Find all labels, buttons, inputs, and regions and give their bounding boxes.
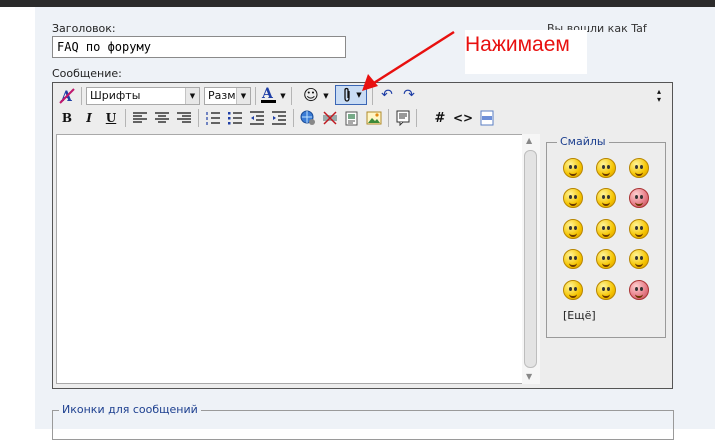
insert-quote-icon[interactable]	[393, 108, 413, 128]
toolbar-separator	[416, 109, 417, 127]
toolbar-separator	[291, 87, 292, 105]
chevron-down-icon[interactable]: ▼	[321, 86, 331, 106]
toolbar-separator	[81, 87, 82, 105]
php-code-icon[interactable]	[477, 108, 497, 128]
smiley-icon[interactable]	[563, 280, 583, 300]
post-icons-section: Иконки для сообщений	[52, 403, 674, 440]
code-button[interactable]: <>	[453, 108, 473, 128]
indent-icon[interactable]	[269, 108, 289, 128]
annotation-callout: Нажимаем	[465, 30, 587, 74]
text-color-icon: A	[261, 86, 276, 103]
title-label: Заголовок:	[52, 22, 116, 35]
smiley-icon[interactable]	[563, 249, 583, 269]
smiley-icon[interactable]	[563, 158, 583, 178]
toolbar-separator	[388, 109, 389, 127]
top-bar	[0, 0, 715, 7]
italic-button[interactable]: I	[79, 108, 99, 128]
smiley-icon[interactable]	[629, 188, 649, 208]
title-input[interactable]: FAQ по форуму	[52, 36, 346, 58]
align-left-icon[interactable]	[130, 108, 150, 128]
scroll-up-icon[interactable]: ▲	[526, 136, 532, 145]
annotation-arrow-icon	[362, 30, 455, 91]
scroll-down-icon[interactable]: ▼	[526, 372, 532, 381]
chevron-down-icon: ▼	[185, 88, 199, 104]
numbered-list-icon[interactable]	[203, 108, 223, 128]
smiley-icon[interactable]	[596, 219, 616, 239]
message-label: Сообщение:	[52, 67, 122, 80]
hashtag-button[interactable]: #	[430, 108, 450, 128]
bold-button[interactable]: B	[57, 108, 77, 128]
font-select[interactable]: Шрифты ▼	[86, 87, 200, 105]
post-icons-legend: Иконки для сообщений	[59, 403, 201, 416]
smiley-icon[interactable]	[596, 158, 616, 178]
smiley-icon[interactable]	[629, 249, 649, 269]
smiley-icon[interactable]	[563, 188, 583, 208]
smiley-icon[interactable]	[596, 249, 616, 269]
size-select[interactable]: Разме ▼	[204, 87, 251, 105]
smiley-icon[interactable]	[596, 280, 616, 300]
underline-button[interactable]: U	[101, 108, 121, 128]
insert-smiley-icon[interactable]: ☺	[301, 85, 321, 105]
smiley-icon[interactable]	[563, 219, 583, 239]
insert-image-icon[interactable]	[364, 108, 384, 128]
remove-link-icon[interactable]	[320, 108, 340, 128]
insert-email-icon[interactable]	[342, 108, 362, 128]
remove-format-icon[interactable]: A	[57, 86, 77, 106]
toolbar-separator	[293, 109, 294, 127]
chevron-down-icon: ▼	[236, 88, 250, 104]
align-center-icon[interactable]	[152, 108, 172, 128]
outdent-icon[interactable]	[247, 108, 267, 128]
bullet-list-icon[interactable]	[225, 108, 245, 128]
more-smilies-link[interactable]: [Ещё]	[563, 309, 596, 322]
align-right-icon[interactable]	[174, 108, 194, 128]
font-select-label: Шрифты	[90, 89, 141, 102]
smiley-icon[interactable]	[629, 219, 649, 239]
chevron-down-icon: ▾	[656, 95, 661, 104]
smiley-icon[interactable]	[629, 280, 649, 300]
toolbar-separator	[198, 109, 199, 127]
smiley-icon[interactable]	[596, 188, 616, 208]
toolbar-separator	[255, 87, 256, 105]
message-textarea[interactable]	[56, 134, 540, 384]
smilies-legend: Смайлы	[557, 135, 609, 148]
remove-format-glyph-icon: A	[59, 88, 75, 104]
text-color-button[interactable]: A	[259, 85, 279, 105]
svg-text:A: A	[261, 86, 274, 102]
collapse-toolbar-icon[interactable]: ▴ ▾	[649, 86, 669, 106]
insert-link-icon[interactable]	[298, 108, 318, 128]
toolbar-separator	[125, 109, 126, 127]
chevron-down-icon[interactable]: ▼	[278, 86, 288, 106]
scrollbar-thumb[interactable]	[524, 150, 537, 368]
smiley-icon[interactable]	[629, 158, 649, 178]
